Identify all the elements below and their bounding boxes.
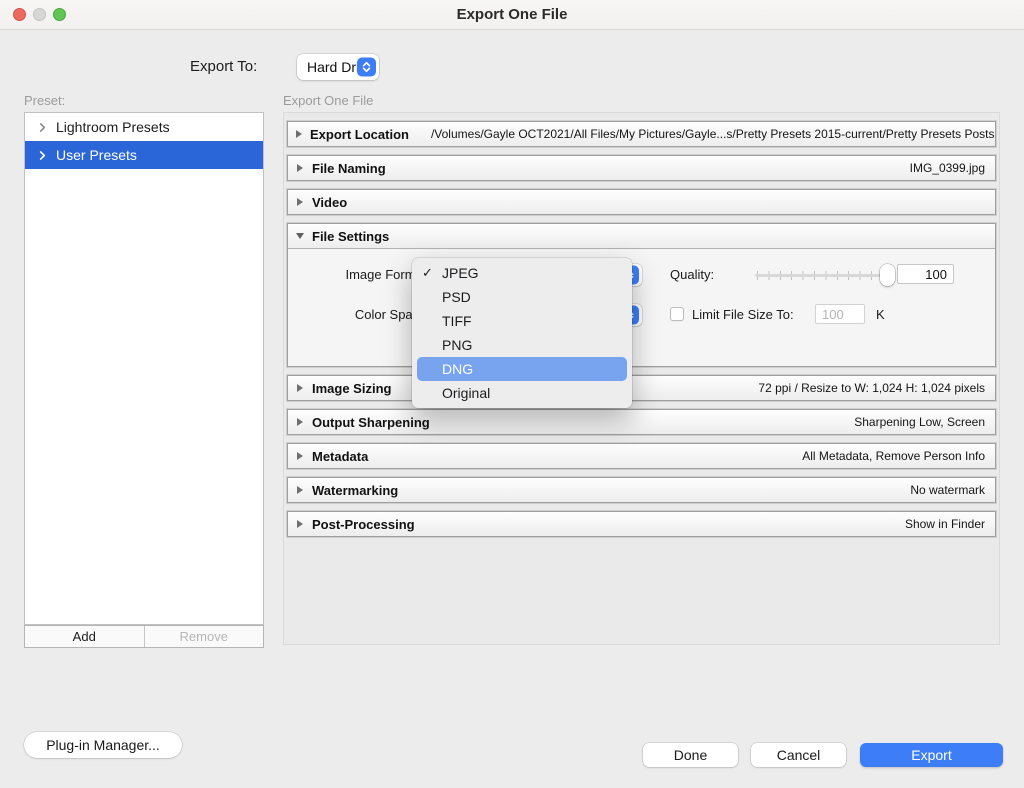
image-format-label: Image Format: xyxy=(288,267,430,282)
section-label: Image Sizing xyxy=(312,381,391,396)
menu-item-original[interactable]: Original xyxy=(412,381,632,405)
menu-item-jpeg[interactable]: ✓ JPEG xyxy=(412,261,632,285)
disclosure-collapsed-icon[interactable] xyxy=(295,197,305,207)
section-file-settings: File Settings Image Format: Quality: 100… xyxy=(287,223,996,367)
preset-add-remove-bar: Add Remove xyxy=(24,625,264,648)
disclosure-collapsed-icon[interactable] xyxy=(295,129,303,139)
menu-item-label: Original xyxy=(442,385,490,401)
menu-item-label: TIFF xyxy=(442,313,472,329)
section-summary: Sharpening Low, Screen xyxy=(854,415,985,429)
menu-item-psd[interactable]: PSD xyxy=(412,285,632,309)
export-button[interactable]: Export xyxy=(860,743,1003,767)
title-bar: Export One File xyxy=(0,0,1024,30)
slider-track xyxy=(755,274,892,277)
export-to-popup[interactable]: Hard Drive xyxy=(297,54,379,80)
section-video[interactable]: Video xyxy=(287,189,996,215)
disclosure-collapsed-icon[interactable] xyxy=(295,417,305,427)
section-label: Video xyxy=(312,195,347,210)
chevron-right-icon[interactable] xyxy=(38,123,47,132)
panel-header: Export One File xyxy=(283,93,373,108)
preset-item-label: User Presets xyxy=(56,147,137,163)
limit-file-size-field[interactable] xyxy=(815,304,865,324)
preset-label: Preset: xyxy=(24,93,65,108)
quality-label: Quality: xyxy=(670,267,714,282)
preset-list: Lightroom Presets User Presets xyxy=(24,112,264,625)
section-summary: 72 ppi / Resize to W: 1,024 H: 1,024 pix… xyxy=(758,381,985,395)
add-preset-button[interactable]: Add xyxy=(25,626,144,647)
image-format-menu: ✓ JPEG PSD TIFF PNG DNG Original xyxy=(412,258,632,408)
menu-item-label: DNG xyxy=(442,361,473,377)
menu-item-label: PNG xyxy=(442,337,472,353)
color-space-label: Color Space: xyxy=(288,307,430,322)
cancel-button[interactable]: Cancel xyxy=(751,743,846,767)
menu-item-label: JPEG xyxy=(442,265,479,281)
section-label: Export Location xyxy=(310,127,409,142)
section-file-naming[interactable]: File Naming IMG_0399.jpg xyxy=(287,155,996,181)
disclosure-collapsed-icon[interactable] xyxy=(295,485,305,495)
window-title: Export One File xyxy=(0,6,1024,23)
settings-scroll-area: Export Location /Volumes/Gayle OCT2021/A… xyxy=(283,112,1000,645)
section-label: File Settings xyxy=(312,229,389,244)
disclosure-collapsed-icon[interactable] xyxy=(295,519,305,529)
disclosure-collapsed-icon[interactable] xyxy=(295,383,305,393)
section-label: Watermarking xyxy=(312,483,398,498)
limit-file-size-unit: K xyxy=(876,307,885,322)
section-summary: IMG_0399.jpg xyxy=(910,161,985,175)
disclosure-collapsed-icon[interactable] xyxy=(295,451,305,461)
section-summary: All Metadata, Remove Person Info xyxy=(802,449,985,463)
quality-value-field[interactable]: 100 xyxy=(897,264,954,284)
section-label: File Naming xyxy=(312,161,386,176)
preset-item-lightroom-presets[interactable]: Lightroom Presets xyxy=(25,113,263,141)
section-summary: No watermark xyxy=(910,483,985,497)
section-summary: /Volumes/Gayle OCT2021/All Files/My Pict… xyxy=(431,127,996,141)
disclosure-collapsed-icon[interactable] xyxy=(295,163,305,173)
section-label: Metadata xyxy=(312,449,368,464)
remove-preset-button[interactable]: Remove xyxy=(144,626,264,647)
section-metadata[interactable]: Metadata All Metadata, Remove Person Inf… xyxy=(287,443,996,469)
preset-item-label: Lightroom Presets xyxy=(56,119,170,135)
file-settings-content: Image Format: Quality: 100 Color Space: xyxy=(288,249,995,366)
limit-file-size-checkbox[interactable] xyxy=(670,307,684,321)
checkmark-icon: ✓ xyxy=(422,261,433,285)
section-label: Output Sharpening xyxy=(312,415,430,430)
plugin-manager-button[interactable]: Plug-in Manager... xyxy=(24,732,182,758)
menu-item-png[interactable]: PNG xyxy=(412,333,632,357)
section-post-processing[interactable]: Post-Processing Show in Finder xyxy=(287,511,996,537)
preset-item-user-presets[interactable]: User Presets xyxy=(25,141,263,169)
section-export-location[interactable]: Export Location /Volumes/Gayle OCT2021/A… xyxy=(287,121,996,147)
menu-item-tiff[interactable]: TIFF xyxy=(412,309,632,333)
done-button[interactable]: Done xyxy=(643,743,738,767)
section-image-sizing[interactable]: Image Sizing 72 ppi / Resize to W: 1,024… xyxy=(287,375,996,401)
file-settings-header[interactable]: File Settings xyxy=(288,224,995,249)
chevron-right-icon[interactable] xyxy=(38,151,47,160)
slider-thumb[interactable] xyxy=(880,264,895,286)
menu-item-dng[interactable]: DNG xyxy=(417,357,627,381)
export-to-label: Export To: xyxy=(190,58,257,75)
section-output-sharpening[interactable]: Output Sharpening Sharpening Low, Screen xyxy=(287,409,996,435)
quality-slider[interactable] xyxy=(755,264,892,286)
section-label: Post-Processing xyxy=(312,517,415,532)
popup-updown-chevrons-icon xyxy=(357,58,376,77)
section-watermarking[interactable]: Watermarking No watermark xyxy=(287,477,996,503)
menu-item-label: PSD xyxy=(442,289,471,305)
limit-file-size-label: Limit File Size To: xyxy=(692,307,794,322)
section-summary: Show in Finder xyxy=(905,517,985,531)
disclosure-expanded-icon[interactable] xyxy=(295,232,305,240)
